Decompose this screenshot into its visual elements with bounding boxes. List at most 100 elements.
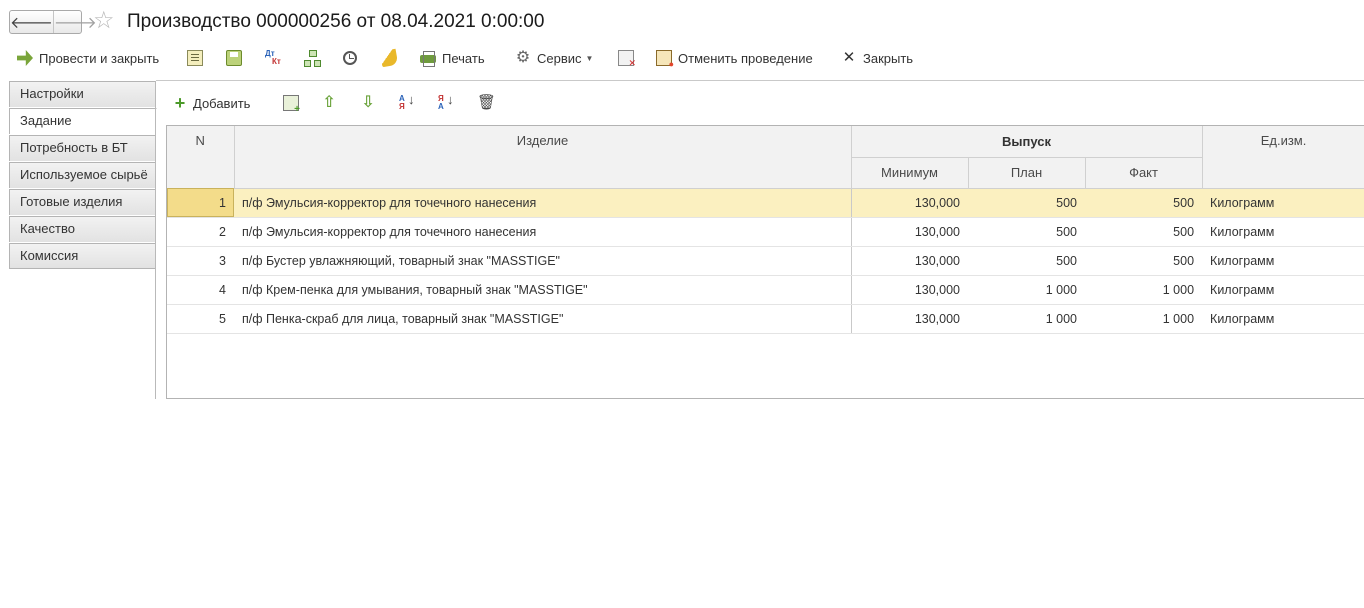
table-row[interactable]: 2 п/ф Эмульсия-корректор для точечного н… <box>167 217 1364 247</box>
arrow-left-icon: 🡐 <box>10 14 53 32</box>
column-group-output: Выпуск <box>851 126 1203 158</box>
trash-icon: 🗑 <box>477 94 497 111</box>
tab-label: Используемое сырьё <box>20 167 148 182</box>
sort-letter-bottom: Я <box>399 102 405 111</box>
cell-unit[interactable]: Килограмм <box>1202 246 1364 276</box>
tab-finished-products[interactable]: Готовые изделия <box>9 189 156 215</box>
cancel-posting-label: Отменить проведение <box>678 50 813 66</box>
save-icon <box>226 50 242 66</box>
history-button[interactable] <box>342 48 358 68</box>
content-top-border <box>156 80 1364 81</box>
cell-minimum[interactable]: 130,000 <box>851 304 968 334</box>
back-button[interactable]: 🡐 <box>10 11 53 33</box>
cell-plan[interactable]: 1 000 <box>968 304 1085 334</box>
sort-ascending-button[interactable]: А Я ↓ <box>399 93 415 113</box>
save-button[interactable] <box>226 48 242 68</box>
structure-button[interactable] <box>304 48 320 68</box>
sort-ascending-icon: А Я ↓ <box>399 92 415 111</box>
add-row-button[interactable]: + Добавить <box>172 93 251 113</box>
cell-item[interactable]: п/ф Крем-пенка для умывания, товарный зн… <box>234 275 852 305</box>
cell-n[interactable]: 3 <box>167 246 234 276</box>
post-button[interactable] <box>187 48 203 68</box>
tab-label: Готовые изделия <box>20 194 123 209</box>
close-button[interactable]: ✕ Закрыть <box>841 48 913 68</box>
column-header-unit[interactable]: Ед.изм. <box>1202 126 1364 189</box>
forward-button[interactable]: 🡒 <box>52 11 97 33</box>
cell-unit[interactable]: Килограмм <box>1202 217 1364 247</box>
tab-task[interactable]: Задание <box>9 108 157 134</box>
delete-row-button[interactable]: 🗑 <box>477 93 497 113</box>
copy-row-button[interactable] <box>283 93 300 115</box>
post-document-icon <box>187 50 203 66</box>
service-menu-button[interactable]: ⚙ Сервис ▼ <box>515 48 594 68</box>
cell-item[interactable]: п/ф Пенка-скраб для лица, товарный знак … <box>234 304 852 334</box>
cell-fact[interactable]: 500 <box>1085 246 1203 276</box>
cell-unit[interactable]: Килограмм <box>1202 275 1364 305</box>
column-header-minimum[interactable]: Минимум <box>851 157 969 189</box>
cell-item[interactable]: п/ф Эмульсия-корректор для точечного нан… <box>234 188 852 218</box>
cell-n[interactable]: 4 <box>167 275 234 305</box>
sort-arrow-icon: ↓ <box>408 92 415 107</box>
delete-movements-button[interactable] <box>618 48 636 69</box>
cell-minimum[interactable]: 130,000 <box>851 188 968 218</box>
tabs-panel: Настройки Задание Потребность в БТ Испол… <box>9 81 157 269</box>
cell-plan[interactable]: 500 <box>968 246 1085 276</box>
cell-fact[interactable]: 500 <box>1085 217 1203 247</box>
cell-plan[interactable]: 500 <box>968 188 1085 218</box>
dt-kt-button[interactable]: Дт Кт <box>265 48 281 68</box>
cell-minimum[interactable]: 130,000 <box>851 246 968 276</box>
cell-fact[interactable]: 1 000 <box>1085 275 1203 305</box>
table-row[interactable]: 4 п/ф Крем-пенка для умывания, товарный … <box>167 275 1364 305</box>
tab-raw-materials[interactable]: Используемое сырьё <box>9 162 156 188</box>
task-table[interactable]: N Изделие Выпуск Ед.изм. Минимум План Фа… <box>166 125 1364 399</box>
cell-unit[interactable]: Килограмм <box>1202 188 1364 218</box>
tab-quality[interactable]: Качество <box>9 216 156 242</box>
sort-descending-button[interactable]: Я А ↓ <box>438 93 454 113</box>
cell-fact[interactable]: 1 000 <box>1085 304 1203 334</box>
kt-label: Кт <box>272 57 281 66</box>
sort-descending-icon: Я А ↓ <box>438 93 454 111</box>
tab-commission[interactable]: Комиссия <box>9 243 156 269</box>
copy-row-icon <box>283 95 300 115</box>
favorite-star-icon[interactable]: ☆ <box>93 8 115 34</box>
column-header-plan[interactable]: План <box>968 157 1086 189</box>
fill-button[interactable] <box>379 48 399 68</box>
tab-label: Настройки <box>20 86 84 101</box>
cell-n[interactable]: 2 <box>167 217 234 247</box>
post-and-close-button[interactable]: Провести и закрыть <box>17 48 159 68</box>
cell-n[interactable]: 1 <box>167 188 234 218</box>
add-label: Добавить <box>193 95 251 111</box>
table-row[interactable]: 3 п/ф Бустер увлажняющий, товарный знак … <box>167 246 1364 276</box>
arrow-down-icon: ⇩ <box>361 94 375 111</box>
post-and-close-label: Провести и закрыть <box>39 50 160 66</box>
command-bar: Провести и закрыть Дт Кт Печать ⚙ Сервис… <box>0 44 1364 72</box>
column-header-fact[interactable]: Факт <box>1085 157 1203 189</box>
tab-settings[interactable]: Настройки <box>9 81 156 107</box>
cell-plan[interactable]: 500 <box>968 217 1085 247</box>
cell-n[interactable]: 5 <box>167 304 234 334</box>
cell-unit[interactable]: Килограмм <box>1202 304 1364 334</box>
page-title: Производство 000000256 от 08.04.2021 0:0… <box>127 11 545 32</box>
table-toolbar: + Добавить ⇧ ⇩ А Я ↓ Я А ↓ 🗑 <box>166 90 1356 116</box>
column-header-item[interactable]: Изделие <box>234 126 852 189</box>
cell-item[interactable]: п/ф Эмульсия-корректор для точечного нан… <box>234 217 852 247</box>
close-icon: ✕ <box>842 49 856 66</box>
chevron-down-icon: ▼ <box>585 53 594 63</box>
move-up-button[interactable]: ⇧ <box>321 93 337 113</box>
print-button[interactable]: Печать <box>420 48 485 68</box>
title-bar: 🡐 🡒 ☆ Производство 000000256 от 08.04.20… <box>0 0 1364 44</box>
table-row[interactable]: 1 п/ф Эмульсия-корректор для точечного н… <box>167 188 1364 218</box>
history-clock-icon <box>343 51 357 65</box>
tab-bt-requirement[interactable]: Потребность в БТ <box>9 135 156 161</box>
cell-fact[interactable]: 500 <box>1085 188 1203 218</box>
cell-minimum[interactable]: 130,000 <box>851 217 968 247</box>
cell-minimum[interactable]: 130,000 <box>851 275 968 305</box>
cell-item[interactable]: п/ф Бустер увлажняющий, товарный знак "M… <box>234 246 852 276</box>
arrow-right-icon: 🡒 <box>53 14 97 32</box>
column-header-n[interactable]: N <box>167 126 235 189</box>
table-row[interactable]: 5 п/ф Пенка-скраб для лица, товарный зна… <box>167 304 1364 334</box>
gear-icon: ⚙ <box>515 49 531 66</box>
cell-plan[interactable]: 1 000 <box>968 275 1085 305</box>
cancel-posting-button[interactable]: Отменить проведение <box>656 48 813 69</box>
move-down-button[interactable]: ⇩ <box>360 93 376 113</box>
